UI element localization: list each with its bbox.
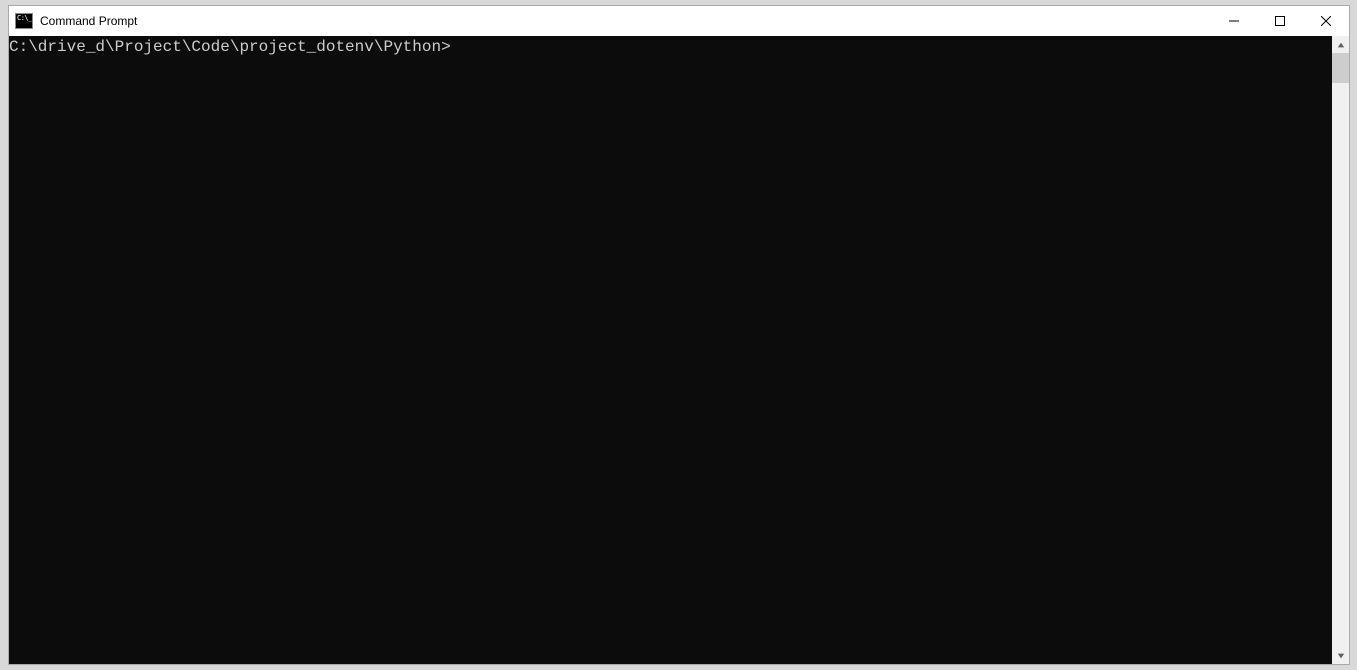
scroll-thumb[interactable] [1332,53,1349,83]
titlebar-left: Command Prompt [15,13,137,29]
scroll-up-arrow[interactable] [1332,36,1349,53]
titlebar[interactable]: Command Prompt [9,6,1349,36]
maximize-button[interactable] [1257,6,1303,36]
close-button[interactable] [1303,6,1349,36]
cmd-icon [15,13,33,29]
scroll-down-arrow[interactable] [1332,647,1349,664]
command-prompt-window: Command Prompt C:\drive_d\Project\Code\p… [8,5,1350,665]
vertical-scrollbar[interactable] [1332,36,1349,664]
prompt-text: C:\drive_d\Project\Code\project_dotenv\P… [9,38,451,56]
terminal-container: C:\drive_d\Project\Code\project_dotenv\P… [9,36,1349,664]
terminal[interactable]: C:\drive_d\Project\Code\project_dotenv\P… [9,36,1332,664]
window-title: Command Prompt [40,14,137,28]
minimize-button[interactable] [1211,6,1257,36]
scroll-track[interactable] [1332,53,1349,647]
window-controls [1211,6,1349,36]
cursor [451,40,460,56]
